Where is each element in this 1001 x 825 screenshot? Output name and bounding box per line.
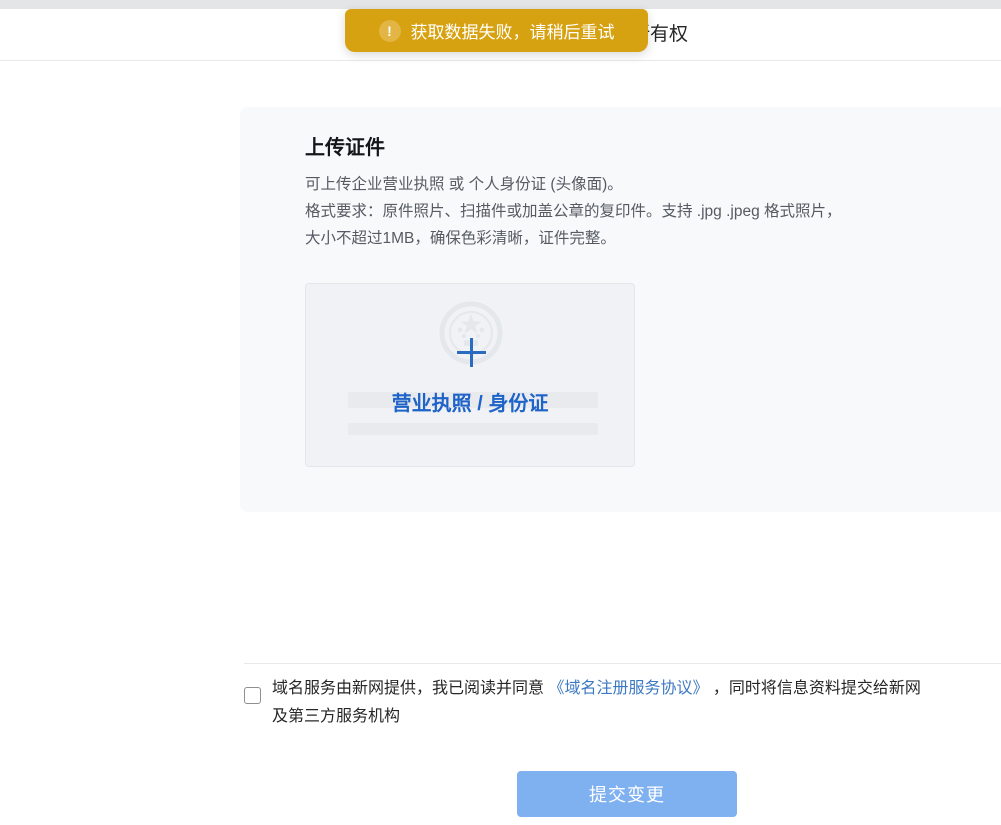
submit-change-button[interactable]: 提交变更: [517, 771, 737, 817]
top-bar: [0, 0, 1001, 9]
skeleton-bar: [348, 423, 598, 435]
error-toast: ! 获取数据失败，请稍后重试: [345, 9, 648, 52]
agreement-text-after-link: ，同时将信息资料提交给新网: [708, 680, 920, 697]
upload-certificate-card: 上传证件 可上传企业营业执照 或 个人身份证 (头像面)。 格式要求：原件照片、…: [240, 107, 1001, 512]
agreement-link[interactable]: 《域名注册服务协议》: [548, 680, 708, 697]
certificate-upload-dropzone[interactable]: 营业执照 / 身份证: [305, 283, 635, 467]
agreement-text: 域名服务由新网提供，我已阅读并同意 《域名注册服务协议》 ，同时将信息资料提交给…: [272, 675, 1001, 731]
header-divider: [0, 60, 1001, 61]
card-title: 上传证件: [305, 131, 385, 160]
warning-icon: !: [379, 20, 401, 42]
agreement-line-2: 及第三方服务机构: [272, 708, 400, 725]
description-line-1: 可上传企业营业执照 或 个人身份证 (头像面)。: [305, 171, 842, 198]
footer-divider: [244, 663, 1001, 664]
card-description: 可上传企业营业执照 或 个人身份证 (头像面)。 格式要求：原件照片、扫描件或加…: [305, 171, 842, 252]
description-line-2: 格式要求：原件照片、扫描件或加盖公章的复印件。支持 .jpg .jpeg 格式照…: [305, 198, 842, 225]
agreement-text-before-link: 域名服务由新网提供，我已阅读并同意: [272, 680, 548, 697]
toast-message: 获取数据失败，请稍后重试: [411, 18, 615, 43]
agreement-checkbox[interactable]: [244, 687, 261, 704]
upload-label: 营业执照 / 身份证: [306, 387, 634, 416]
plus-icon: [457, 338, 486, 367]
description-line-3: 大小不超过1MB，确保色彩清晰，证件完整。: [305, 225, 842, 252]
